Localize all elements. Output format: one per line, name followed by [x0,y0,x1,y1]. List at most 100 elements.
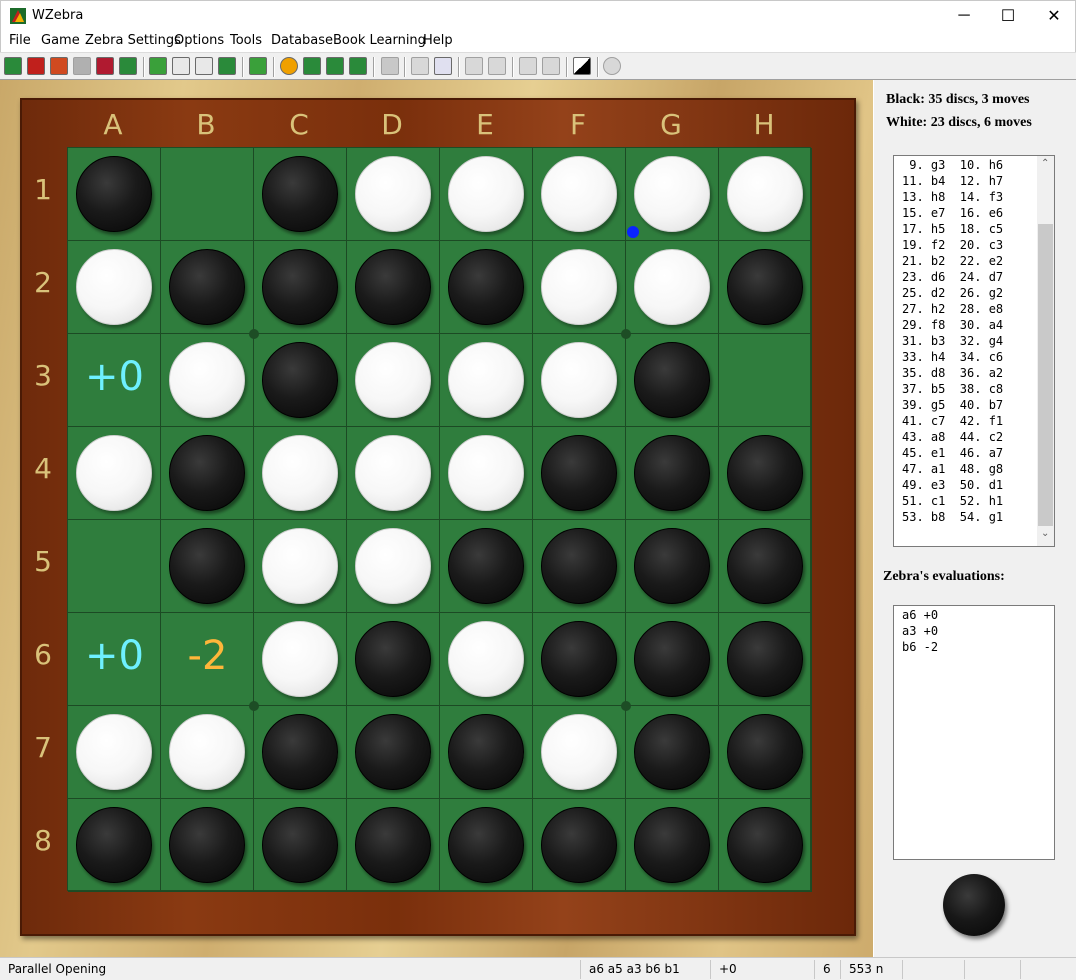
square-h8[interactable] [719,799,812,892]
square-a2[interactable] [68,241,161,334]
square-h1[interactable] [719,148,812,241]
evaluations-list[interactable]: a6 +0 a3 +0 b6 -2 [893,605,1055,860]
move-list-row[interactable]: 35. d8 36. a2 [902,366,1003,382]
square-c1[interactable] [254,148,347,241]
square-d8[interactable] [347,799,440,892]
stop-icon[interactable] [280,57,298,75]
move-list-row[interactable]: 17. h5 18. c5 [902,222,1003,238]
move-list-row[interactable]: 9. g3 10. h6 [902,158,1003,174]
move-list-row[interactable]: 47. a1 48. g8 [902,462,1003,478]
grid-icon[interactable] [381,57,399,75]
menu-help[interactable]: Help [423,33,453,48]
square-a4[interactable] [68,427,161,520]
square-e2[interactable] [440,241,533,334]
move-list-row[interactable]: 51. c1 52. h1 [902,494,1003,510]
menu-zebra-settings[interactable]: Zebra Settings [85,33,181,48]
menu-tools[interactable]: Tools [230,33,262,48]
switch-sides-icon[interactable] [149,57,167,75]
move-list-row[interactable]: 39. g5 40. b7 [902,398,1003,414]
square-b2[interactable] [161,241,254,334]
square-c5[interactable] [254,520,347,613]
square-h7[interactable] [719,706,812,799]
square-a3[interactable]: +0 [68,334,161,427]
square-c3[interactable] [254,334,347,427]
square-g5[interactable] [626,520,719,613]
square-c2[interactable] [254,241,347,334]
square-f3[interactable] [533,334,626,427]
save-game-icon[interactable] [73,57,91,75]
square-c6[interactable] [254,613,347,706]
square-e1[interactable] [440,148,533,241]
evaluation-row[interactable]: a6 +0 [902,608,938,622]
square-f5[interactable] [533,520,626,613]
lightbulb-icon[interactable] [488,57,506,75]
square-g1[interactable] [626,148,719,241]
square-g3[interactable] [626,334,719,427]
square-e7[interactable] [440,706,533,799]
square-g2[interactable] [626,241,719,334]
close-button[interactable]: ✕ [1031,1,1076,31]
move-list-row[interactable]: 41. c7 42. f1 [902,414,1003,430]
square-e6[interactable] [440,613,533,706]
square-f1[interactable] [533,148,626,241]
square-a5[interactable] [68,520,161,613]
square-g6[interactable] [626,613,719,706]
square-a7[interactable] [68,706,161,799]
square-c7[interactable] [254,706,347,799]
square-f6[interactable] [533,613,626,706]
square-e4[interactable] [440,427,533,520]
menu-database[interactable]: Database [271,33,333,48]
sleep-icon[interactable] [218,57,236,75]
square-f8[interactable] [533,799,626,892]
move-list-row[interactable]: 13. h8 14. f3 [902,190,1003,206]
move-list-row[interactable]: 33. h4 34. c6 [902,350,1003,366]
back-arrow-icon[interactable] [434,57,452,75]
square-a1[interactable] [68,148,161,241]
board-icon[interactable] [303,57,321,75]
square-b5[interactable] [161,520,254,613]
square-b6[interactable]: -2 [161,613,254,706]
open-book-icon[interactable] [27,57,45,75]
minimize-button[interactable]: ─ [941,1,987,31]
move-list-row[interactable]: 37. b5 38. c8 [902,382,1003,398]
move-list-row[interactable]: 19. f2 20. c3 [902,238,1003,254]
square-h3[interactable] [719,334,812,427]
square-c4[interactable] [254,427,347,520]
square-c8[interactable] [254,799,347,892]
forward-arrow-icon[interactable] [519,57,537,75]
hint-icon[interactable] [249,57,267,75]
square-h2[interactable] [719,241,812,334]
square-b4[interactable] [161,427,254,520]
move-list-row[interactable]: 53. b8 54. g1 [902,510,1003,526]
square-b8[interactable] [161,799,254,892]
last-move-icon[interactable] [542,57,560,75]
move-list-scrollbar[interactable]: ⌃ ⌄ [1037,156,1054,546]
move-list-row[interactable]: 29. f8 30. a4 [902,318,1003,334]
square-d6[interactable] [347,613,440,706]
square-b1[interactable] [161,148,254,241]
square-b7[interactable] [161,706,254,799]
square-d5[interactable] [347,520,440,613]
first-move-icon[interactable] [411,57,429,75]
menu-file[interactable]: File [9,33,31,48]
square-a8[interactable] [68,799,161,892]
new-game-icon[interactable] [4,57,22,75]
move-list-row[interactable]: 21. b2 22. e2 [902,254,1003,270]
color-toggle-icon[interactable] [573,57,591,75]
square-g4[interactable] [626,427,719,520]
evaluation-row[interactable]: b6 -2 [902,640,938,654]
move-list-row[interactable]: 45. e1 46. a7 [902,446,1003,462]
computer-player-icon[interactable] [195,57,213,75]
menu-options[interactable]: Options [174,33,224,48]
square-g8[interactable] [626,799,719,892]
square-b3[interactable] [161,334,254,427]
square-a6[interactable]: +0 [68,613,161,706]
move-list-row[interactable]: 31. b3 32. g4 [902,334,1003,350]
square-f2[interactable] [533,241,626,334]
maximize-button[interactable]: ☐ [985,1,1031,31]
move-list-row[interactable]: 11. b4 12. h7 [902,174,1003,190]
move-list-row[interactable]: 25. d2 26. g2 [902,286,1003,302]
menu-book-learning[interactable]: Book Learning [333,33,426,48]
square-h5[interactable] [719,520,812,613]
flip-board-icon[interactable] [326,57,344,75]
